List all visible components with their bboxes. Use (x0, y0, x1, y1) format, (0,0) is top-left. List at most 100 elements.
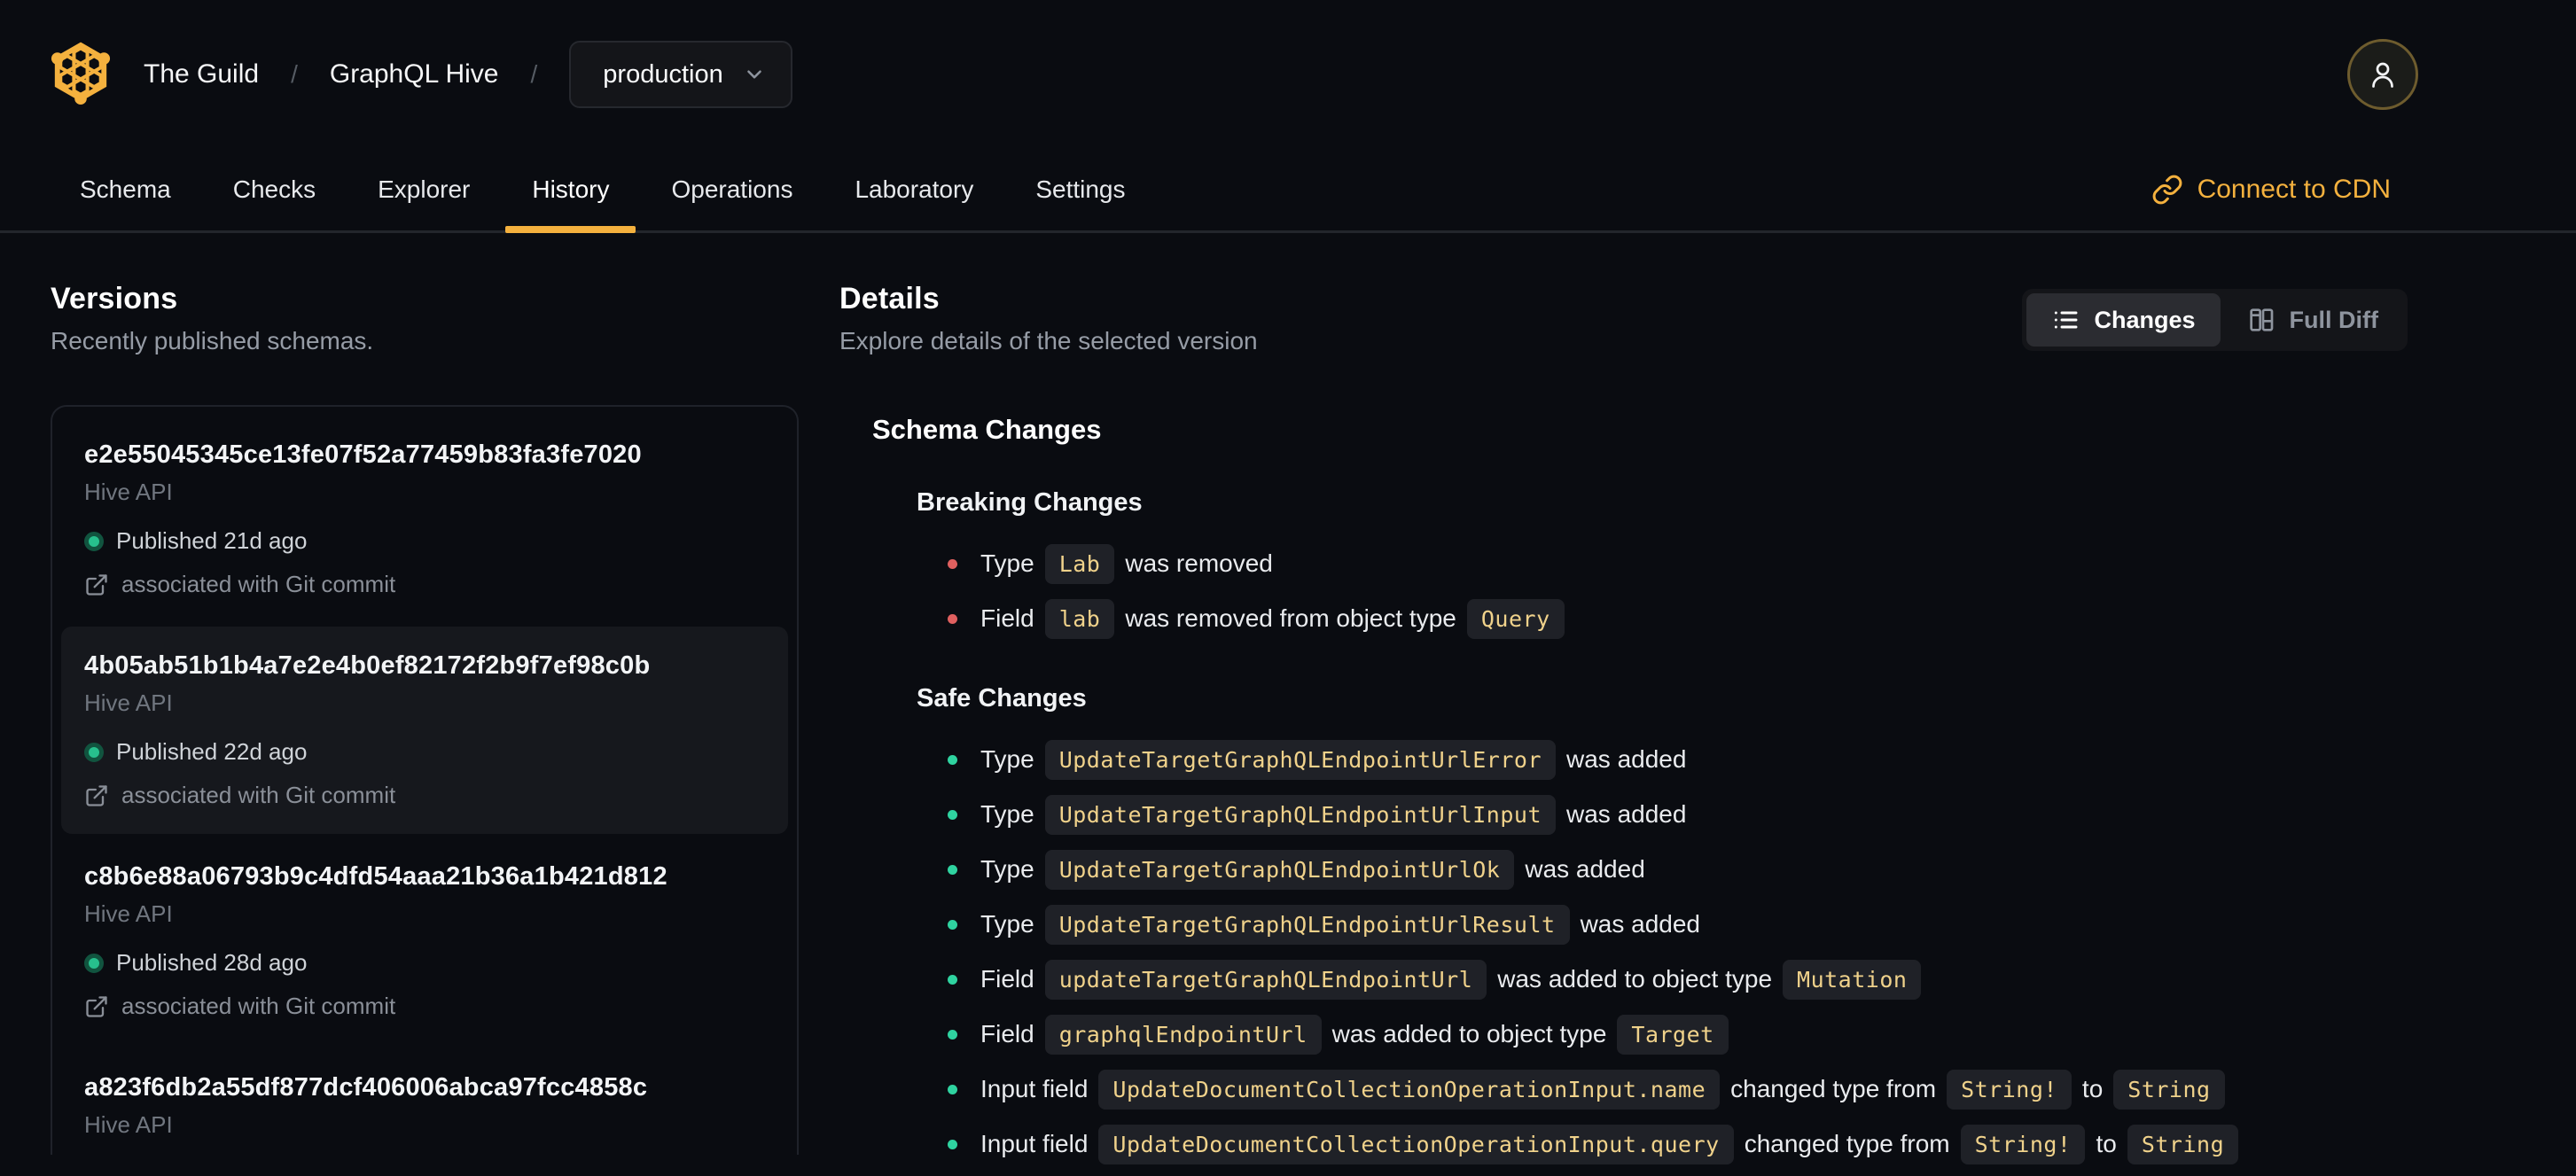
change-text: was added to object type (1497, 965, 1773, 993)
breadcrumb-separator: / (530, 60, 538, 88)
change-item: Field lab was removed from object type Quer… (948, 596, 2408, 642)
code-chip: String (2113, 1069, 2225, 1110)
change-item: Type UpdateTargetGraphQLEndpointUrlInput w… (948, 791, 2408, 837)
breaking-changes-group: Breaking Changes Type Lab was removed Field… (872, 488, 2408, 642)
target-selector-dropdown[interactable]: production (569, 41, 792, 108)
version-published-text: Published 22d ago (116, 738, 308, 765)
change-text: Type (980, 910, 1034, 938)
change-item: Input field UpdateDocumentCollectionOpera… (948, 1066, 2408, 1112)
code-chip: Mutation (1783, 959, 1922, 1000)
tab-laboratory[interactable]: Laboratory (849, 149, 979, 230)
change-text: Type (980, 745, 1034, 773)
tab-schema[interactable]: Schema (74, 149, 176, 230)
changes-view-button[interactable]: Changes (2026, 293, 2221, 347)
code-chip: lab (1044, 598, 1115, 639)
version-hash: 4b05ab51b1b4a7e2e4b0ef82172f2b9f7ef98c0b (84, 651, 651, 680)
version-published-row: Published 22d ago (84, 738, 765, 766)
code-chip: Lab (1044, 543, 1115, 584)
change-text: changed type from (1744, 1130, 1950, 1157)
connect-to-cdn-label: Connect to CDN (2197, 175, 2391, 204)
code-chip: UpdateDocumentCollectionOperationInput.n… (1098, 1069, 1721, 1110)
change-text: Input field (980, 1130, 1089, 1157)
change-text: was removed from object type (1125, 604, 1456, 632)
details-title: Details (839, 282, 940, 315)
version-git-link[interactable]: associated with Git commit (84, 782, 765, 809)
safe-bullet-icon (948, 919, 957, 930)
change-item: Field updateTargetGraphQLEndpointUrl was a… (948, 956, 2408, 1002)
tab-operations[interactable]: Operations (666, 149, 798, 230)
version-published-text: Published 21d ago (116, 527, 308, 554)
details-panel: Details Explore details of the selected … (799, 282, 2408, 1176)
version-card[interactable]: e2e55045345ce13fe07f52a77459b83fa3fe7020… (61, 416, 788, 623)
version-git-link[interactable]: associated with Git commit (84, 993, 765, 1020)
breaking-bullet-icon (948, 613, 957, 624)
safe-bullet-icon (948, 754, 957, 765)
tab-settings[interactable]: Settings (1030, 149, 1130, 230)
versions-subtitle: Recently published schemas. (51, 327, 374, 354)
view-toggle: Changes Full Diff (2022, 289, 2408, 351)
breaking-bullet-icon (948, 558, 957, 569)
change-text: Field (980, 604, 1034, 632)
columns-icon (2249, 308, 2273, 331)
tab-checks[interactable]: Checks (228, 149, 321, 230)
change-text: Field (980, 965, 1034, 993)
version-card[interactable]: c8b6e88a06793b9c4dfd54aaa21b36a1b421d812… (61, 837, 788, 1045)
version-card[interactable]: a823f6db2a55df877dcf406006abca97fcc4858c… (61, 1048, 788, 1155)
published-status-dot-icon (84, 953, 104, 973)
code-chip: updateTargetGraphQLEndpointUrl (1044, 959, 1487, 1000)
user-icon (2372, 62, 2393, 88)
code-chip: UpdateTargetGraphQLEndpointUrlInput (1044, 794, 1556, 835)
full-diff-view-label: Full Diff (2289, 306, 2378, 333)
version-git-text: associated with Git commit (121, 782, 396, 808)
details-header-text: Details Explore details of the selected … (839, 282, 1258, 355)
versions-title: Versions (51, 282, 178, 315)
tab-explorer[interactable]: Explorer (372, 149, 475, 230)
published-status-dot-icon (84, 531, 104, 551)
version-published-row: Published 28d ago (84, 949, 765, 977)
schema-changes-section: Schema Changes Breaking Changes Type Lab w… (839, 414, 2408, 1167)
code-chip: Query (1466, 598, 1565, 639)
version-git-text: associated with Git commit (121, 571, 396, 597)
breadcrumb-project[interactable]: GraphQL Hive (330, 59, 499, 90)
change-text: was added (1580, 910, 1700, 938)
full-diff-view-button[interactable]: Full Diff (2222, 293, 2403, 347)
change-text: was removed (1125, 549, 1273, 577)
breadcrumb-org[interactable]: The Guild (144, 59, 259, 90)
published-status-dot-icon (84, 742, 104, 762)
change-text: Field (980, 1020, 1034, 1047)
list-icon (2055, 311, 2078, 329)
connect-to-cdn-button[interactable]: Connect to CDN (2151, 149, 2391, 230)
change-text: was added to object type (1331, 1020, 1607, 1047)
version-service-name: Hive API (84, 900, 173, 927)
target-selector-value: production (603, 59, 723, 89)
hive-logo-icon[interactable] (50, 40, 112, 109)
chevron-down-icon (746, 70, 761, 79)
version-service-name: Hive API (84, 689, 173, 716)
change-text: was added (1566, 800, 1687, 828)
safe-bullet-icon (948, 1029, 957, 1040)
version-card[interactable]: 4b05ab51b1b4a7e2e4b0ef82172f2b9f7ef98c0b… (61, 627, 788, 834)
version-hash: c8b6e88a06793b9c4dfd54aaa21b36a1b421d812 (84, 862, 667, 891)
user-menu-button[interactable] (2347, 39, 2418, 110)
version-git-text: associated with Git commit (121, 993, 396, 1019)
code-chip: UpdateTargetGraphQLEndpointUrlError (1044, 739, 1556, 780)
change-item: Type UpdateTargetGraphQLEndpointUrlResult… (948, 901, 2408, 947)
change-text: to (2096, 1130, 2117, 1157)
top-bar: The Guild / GraphQL Hive / production (0, 0, 2576, 149)
code-chip: graphqlEndpointUrl (1044, 1014, 1322, 1055)
tabs-container: Schema Checks Explorer History Operations Lab… (74, 149, 1131, 233)
version-list: e2e55045345ce13fe07f52a77459b83fa3fe7020… (51, 405, 799, 1155)
change-item: Type UpdateTargetGraphQLEndpointUrlError w… (948, 736, 2408, 783)
version-git-link[interactable]: associated with Git commit (84, 571, 765, 598)
version-hash: e2e55045345ce13fe07f52a77459b83fa3fe7020 (84, 440, 642, 469)
external-link-icon (86, 573, 107, 596)
external-link-icon (86, 995, 107, 1017)
version-published-row: Published 21d ago (84, 527, 765, 555)
version-hash: a823f6db2a55df877dcf406006abca97fcc4858c (84, 1073, 648, 1102)
change-item: Input field UpdateDocumentCollectionOpera… (948, 1121, 2408, 1167)
app-root: { "header": { "breadcrumb": { "org": "Th… (0, 0, 2576, 1164)
change-item: Type Lab was removed (948, 541, 2408, 587)
tab-history[interactable]: History (505, 149, 636, 233)
details-subtitle: Explore details of the selected version (839, 327, 1258, 354)
safe-bullet-icon (948, 974, 957, 985)
